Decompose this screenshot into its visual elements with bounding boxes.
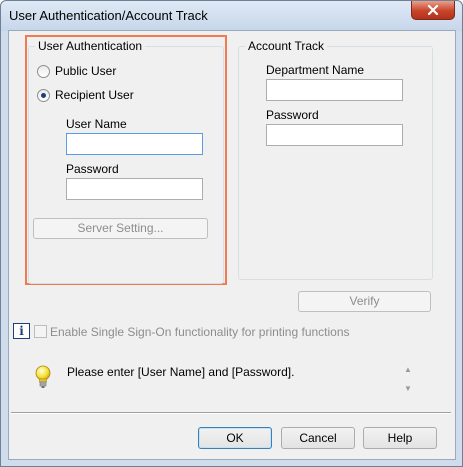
department-name-label: Department Name xyxy=(266,63,365,77)
password-input[interactable] xyxy=(66,178,203,200)
password-label: Password xyxy=(66,162,119,176)
footer-separator xyxy=(11,412,451,414)
account-password-label: Password xyxy=(266,108,319,122)
department-name-input[interactable] xyxy=(266,79,403,101)
message-area: Please enter [User Name] and [Password].… xyxy=(9,353,455,413)
window-title: User Authentication/Account Track xyxy=(9,8,208,23)
user-authentication-group-label: User Authentication xyxy=(35,39,146,53)
public-user-radio-circle[interactable] xyxy=(37,64,50,78)
lightbulb-icon xyxy=(35,365,51,388)
account-password-input[interactable] xyxy=(266,124,403,146)
dialog-client-area: User Authentication Public User Recipien… xyxy=(8,30,456,460)
scroll-down-icon[interactable]: ▼ xyxy=(404,384,414,394)
info-icon: i xyxy=(13,323,30,339)
cancel-button[interactable]: Cancel xyxy=(281,427,355,449)
account-track-group-label: Account Track xyxy=(245,39,328,53)
recipient-user-radio[interactable]: Recipient User xyxy=(37,88,134,102)
server-setting-button[interactable]: Server Setting... xyxy=(33,218,208,239)
sso-label: Enable Single Sign-On functionality for … xyxy=(50,325,350,339)
user-authentication-group: User Authentication xyxy=(28,39,224,284)
scroll-up-icon[interactable]: ▲ xyxy=(404,365,414,375)
recipient-user-label: Recipient User xyxy=(55,88,134,102)
dialog-window: User Authentication/Account Track User A… xyxy=(0,0,463,467)
title-bar: User Authentication/Account Track xyxy=(1,1,462,31)
ok-button[interactable]: OK xyxy=(198,427,272,449)
sso-checkbox[interactable] xyxy=(34,325,47,338)
help-button[interactable]: Help xyxy=(363,427,437,449)
public-user-radio[interactable]: Public User xyxy=(37,64,116,78)
recipient-user-radio-circle[interactable] xyxy=(37,88,50,102)
public-user-label: Public User xyxy=(55,64,117,78)
close-button[interactable] xyxy=(411,1,455,20)
verify-button[interactable]: Verify xyxy=(298,291,431,312)
message-text: Please enter [User Name] and [Password]. xyxy=(67,365,295,379)
username-label: User Name xyxy=(66,117,127,131)
username-input[interactable] xyxy=(66,133,203,155)
close-icon xyxy=(427,5,439,15)
